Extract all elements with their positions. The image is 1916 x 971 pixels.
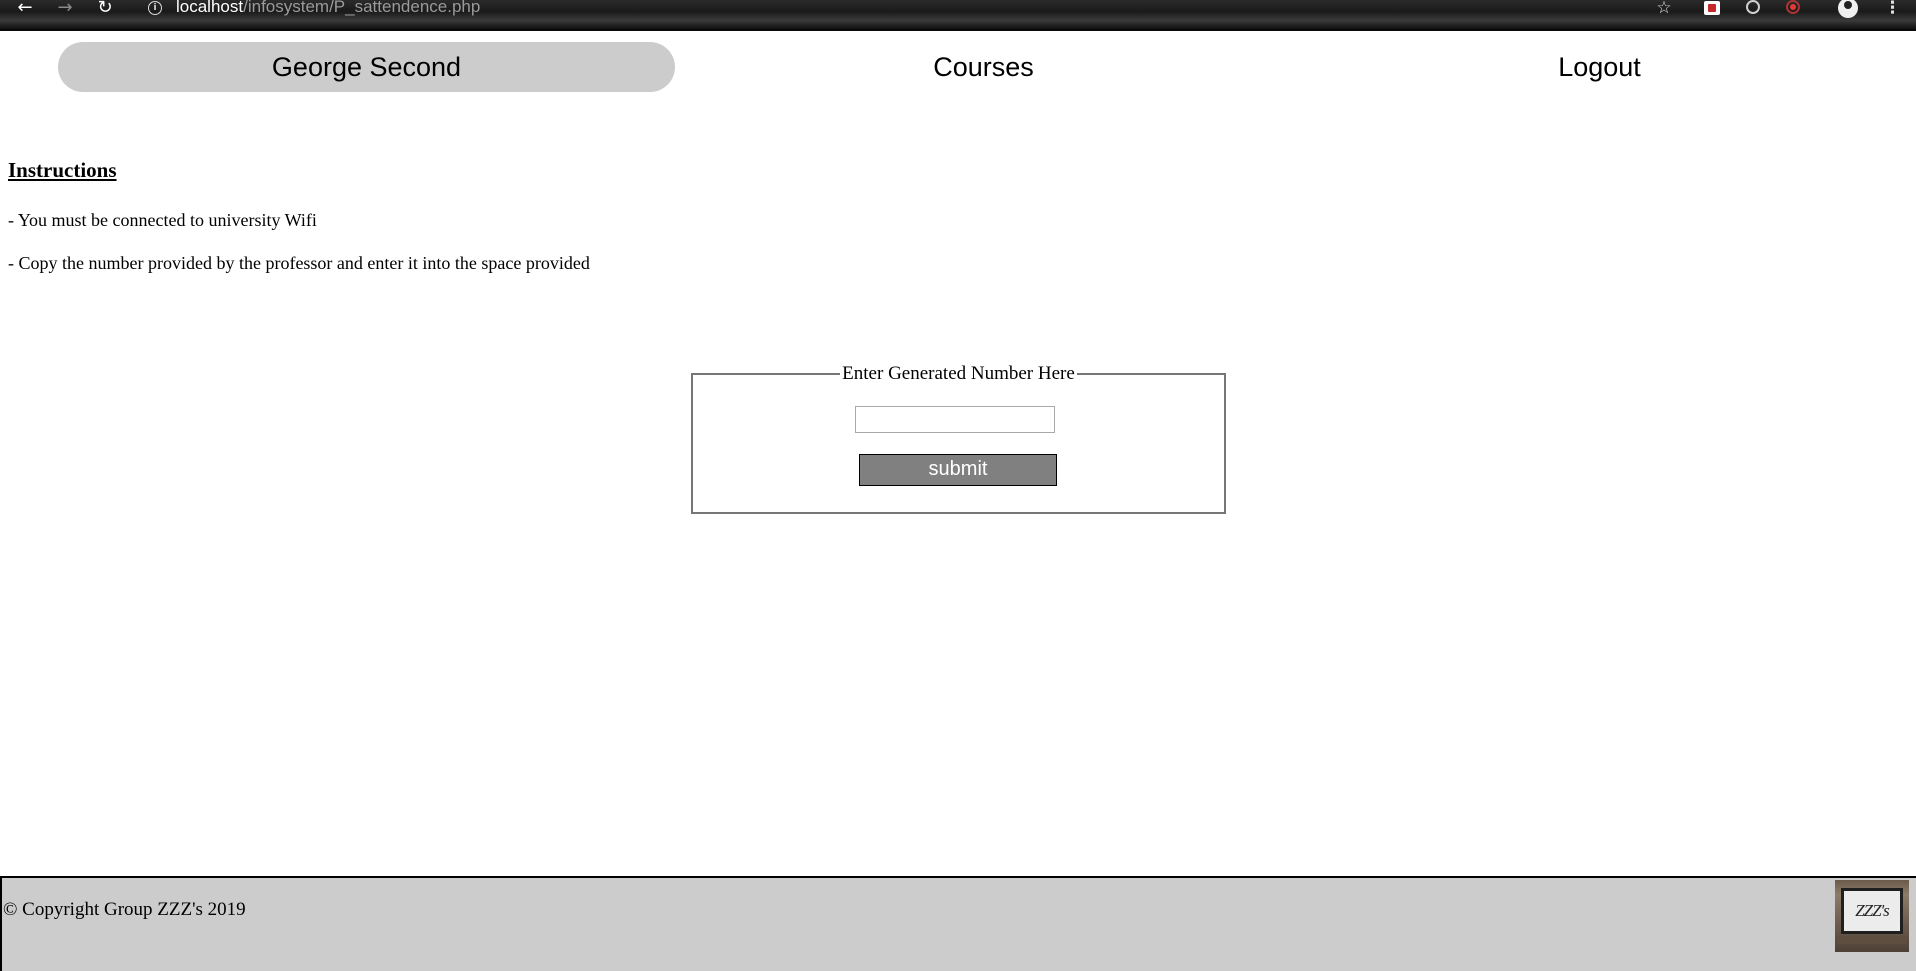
instruction-item: - You must be connected to university Wi… bbox=[8, 210, 317, 230]
url-path: /infosystem/P_sattendence.php bbox=[243, 0, 481, 16]
nav-item-user[interactable]: George Second bbox=[58, 42, 675, 92]
footer: © Copyright Group ZZZ's 2019 ZZZ's bbox=[0, 876, 1916, 971]
submit-button[interactable]: submit bbox=[859, 454, 1057, 486]
nav-item-courses[interactable]: Courses bbox=[675, 42, 1292, 92]
browser-toolbar: ← → ↻ i localhost/infosystem/P_sattenden… bbox=[0, 0, 1916, 31]
main-nav: George Second Courses Logout bbox=[0, 42, 1916, 92]
forward-arrow-icon[interactable]: → bbox=[54, 0, 76, 18]
instruction-item: - Copy the number provided by the profes… bbox=[8, 253, 590, 273]
back-arrow-icon[interactable]: ← bbox=[14, 0, 36, 18]
reload-icon[interactable]: ↻ bbox=[94, 0, 116, 18]
attendance-form: Enter Generated Number Here submit bbox=[691, 363, 1226, 514]
logo-text: ZZZ's bbox=[1841, 888, 1903, 934]
form-legend: Enter Generated Number Here bbox=[842, 363, 1075, 384]
info-icon[interactable]: i bbox=[148, 1, 162, 15]
extension-icon[interactable] bbox=[1786, 0, 1800, 14]
menu-dots-icon[interactable]: ⋮ bbox=[1884, 0, 1901, 18]
address-bar[interactable]: localhost/infosystem/P_sattendence.php bbox=[176, 0, 480, 17]
group-logo: ZZZ's bbox=[1835, 880, 1909, 952]
star-icon[interactable]: ☆ bbox=[1654, 0, 1674, 18]
instructions-heading: Instructions bbox=[8, 158, 117, 182]
profile-icon[interactable] bbox=[1838, 0, 1858, 18]
generated-number-input[interactable] bbox=[855, 406, 1055, 433]
extension-icon[interactable] bbox=[1704, 1, 1720, 15]
url-host: localhost bbox=[176, 0, 244, 16]
logo-stand bbox=[1837, 936, 1907, 944]
copyright-text: © Copyright Group ZZZ's 2019 bbox=[3, 899, 246, 920]
extension-icon[interactable] bbox=[1746, 0, 1760, 14]
instructions-section: Instructions - You must be connected to … bbox=[8, 154, 1008, 294]
nav-item-logout[interactable]: Logout bbox=[1291, 42, 1908, 92]
